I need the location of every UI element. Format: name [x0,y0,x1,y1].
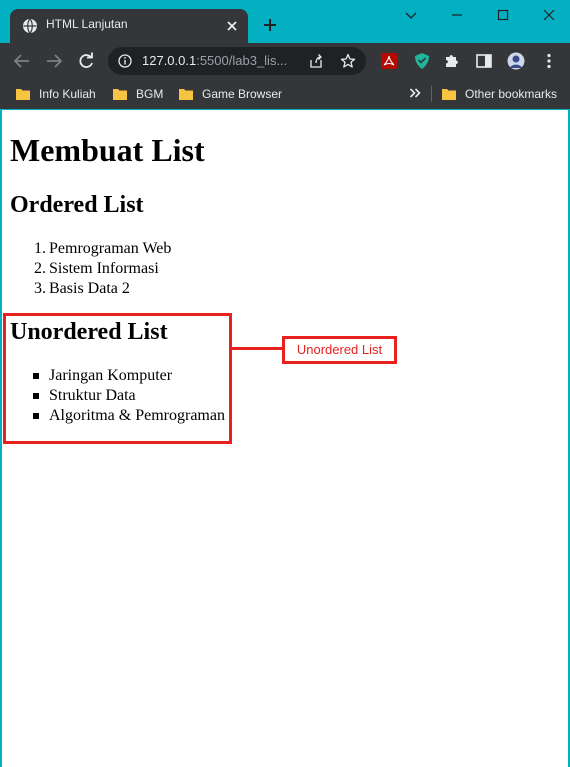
close-tab-icon[interactable] [224,18,240,34]
list-item-text: Basis Data 2 [49,280,130,297]
page-viewport: Membuat List Ordered List 1. Pemrograman… [2,110,568,767]
site-info-icon[interactable] [118,54,132,68]
shield-extension-icon[interactable] [413,52,431,70]
bookmark-info-kuliah[interactable]: Info Kuliah [16,85,96,103]
list-item: 1. Pemrograman Web [10,239,171,259]
folder-icon [179,89,193,100]
side-panel-icon[interactable] [475,52,493,70]
bookmark-label: Game Browser [202,87,283,101]
close-window-button[interactable] [525,4,570,26]
list-item: 3. Basis Data 2 [10,279,171,299]
bookmark-star-icon[interactable] [340,53,356,69]
bookmark-label: BGM [136,87,164,101]
ordered-list-heading: Ordered List [10,192,144,218]
profile-avatar-icon[interactable] [507,52,525,70]
reload-icon[interactable] [77,52,95,70]
list-number: 1. [34,240,46,257]
bookmark-game-browser[interactable]: Game Browser [179,85,282,103]
url-path: :5500/lab3_lis... [196,53,288,68]
share-icon[interactable] [308,53,324,69]
close-icon [543,9,555,21]
browser-tab[interactable]: HTML Lanjutan [10,9,248,43]
forward-arrow-icon[interactable] [45,52,63,70]
list-item-text: Sistem Informasi [49,260,159,277]
other-bookmarks-label: Other bookmarks [465,87,558,101]
browser-toolbar: 127.0.0.1:5500/lab3_lis... [0,43,570,79]
maximize-button[interactable] [479,4,525,26]
puzzle-extensions-icon[interactable] [443,52,461,70]
page-title: Membuat List [10,132,205,168]
maximize-icon [497,9,509,21]
bookmarks-bar: Info Kuliah BGM Game Browser Other bookm… [0,79,570,109]
bookmark-other-bookmarks[interactable]: Other bookmarks [442,85,557,103]
list-item-text: Pemrograman Web [49,240,172,257]
folder-icon [16,89,30,100]
annotation-label: Unordered List [282,336,397,364]
back-arrow-icon[interactable] [13,52,31,70]
folder-icon [113,89,127,100]
bookmarks-divider [431,86,432,102]
tab-title: HTML Lanjutan [46,17,128,31]
url-text[interactable]: 127.0.0.1:5500/lab3_lis... [142,53,302,68]
annotation-connector-line [232,347,284,350]
minimize-icon [452,14,462,16]
tab-search-button[interactable] [387,4,433,26]
double-chevron-right-icon[interactable] [409,87,421,99]
annotation-highlight-box [3,313,232,444]
globe-icon [23,18,37,34]
chevron-down-icon [405,12,417,19]
title-bar: HTML Lanjutan [0,0,570,43]
ordered-list: 1. Pemrograman Web 2. Sistem Informasi 3… [10,239,171,299]
menu-dots-icon[interactable] [540,52,558,70]
bookmark-label: Info Kuliah [39,87,96,101]
pdf-extension-icon[interactable] [380,52,398,70]
list-item: 2. Sistem Informasi [10,259,171,279]
minimize-button[interactable] [433,4,479,26]
folder-icon [442,89,456,100]
bookmark-bgm[interactable]: BGM [113,85,163,103]
url-host: 127.0.0.1 [142,53,197,68]
new-tab-icon[interactable] [262,17,278,33]
address-bar[interactable]: 127.0.0.1:5500/lab3_lis... [108,47,366,75]
list-number: 3. [34,280,46,297]
list-number: 2. [34,260,46,277]
